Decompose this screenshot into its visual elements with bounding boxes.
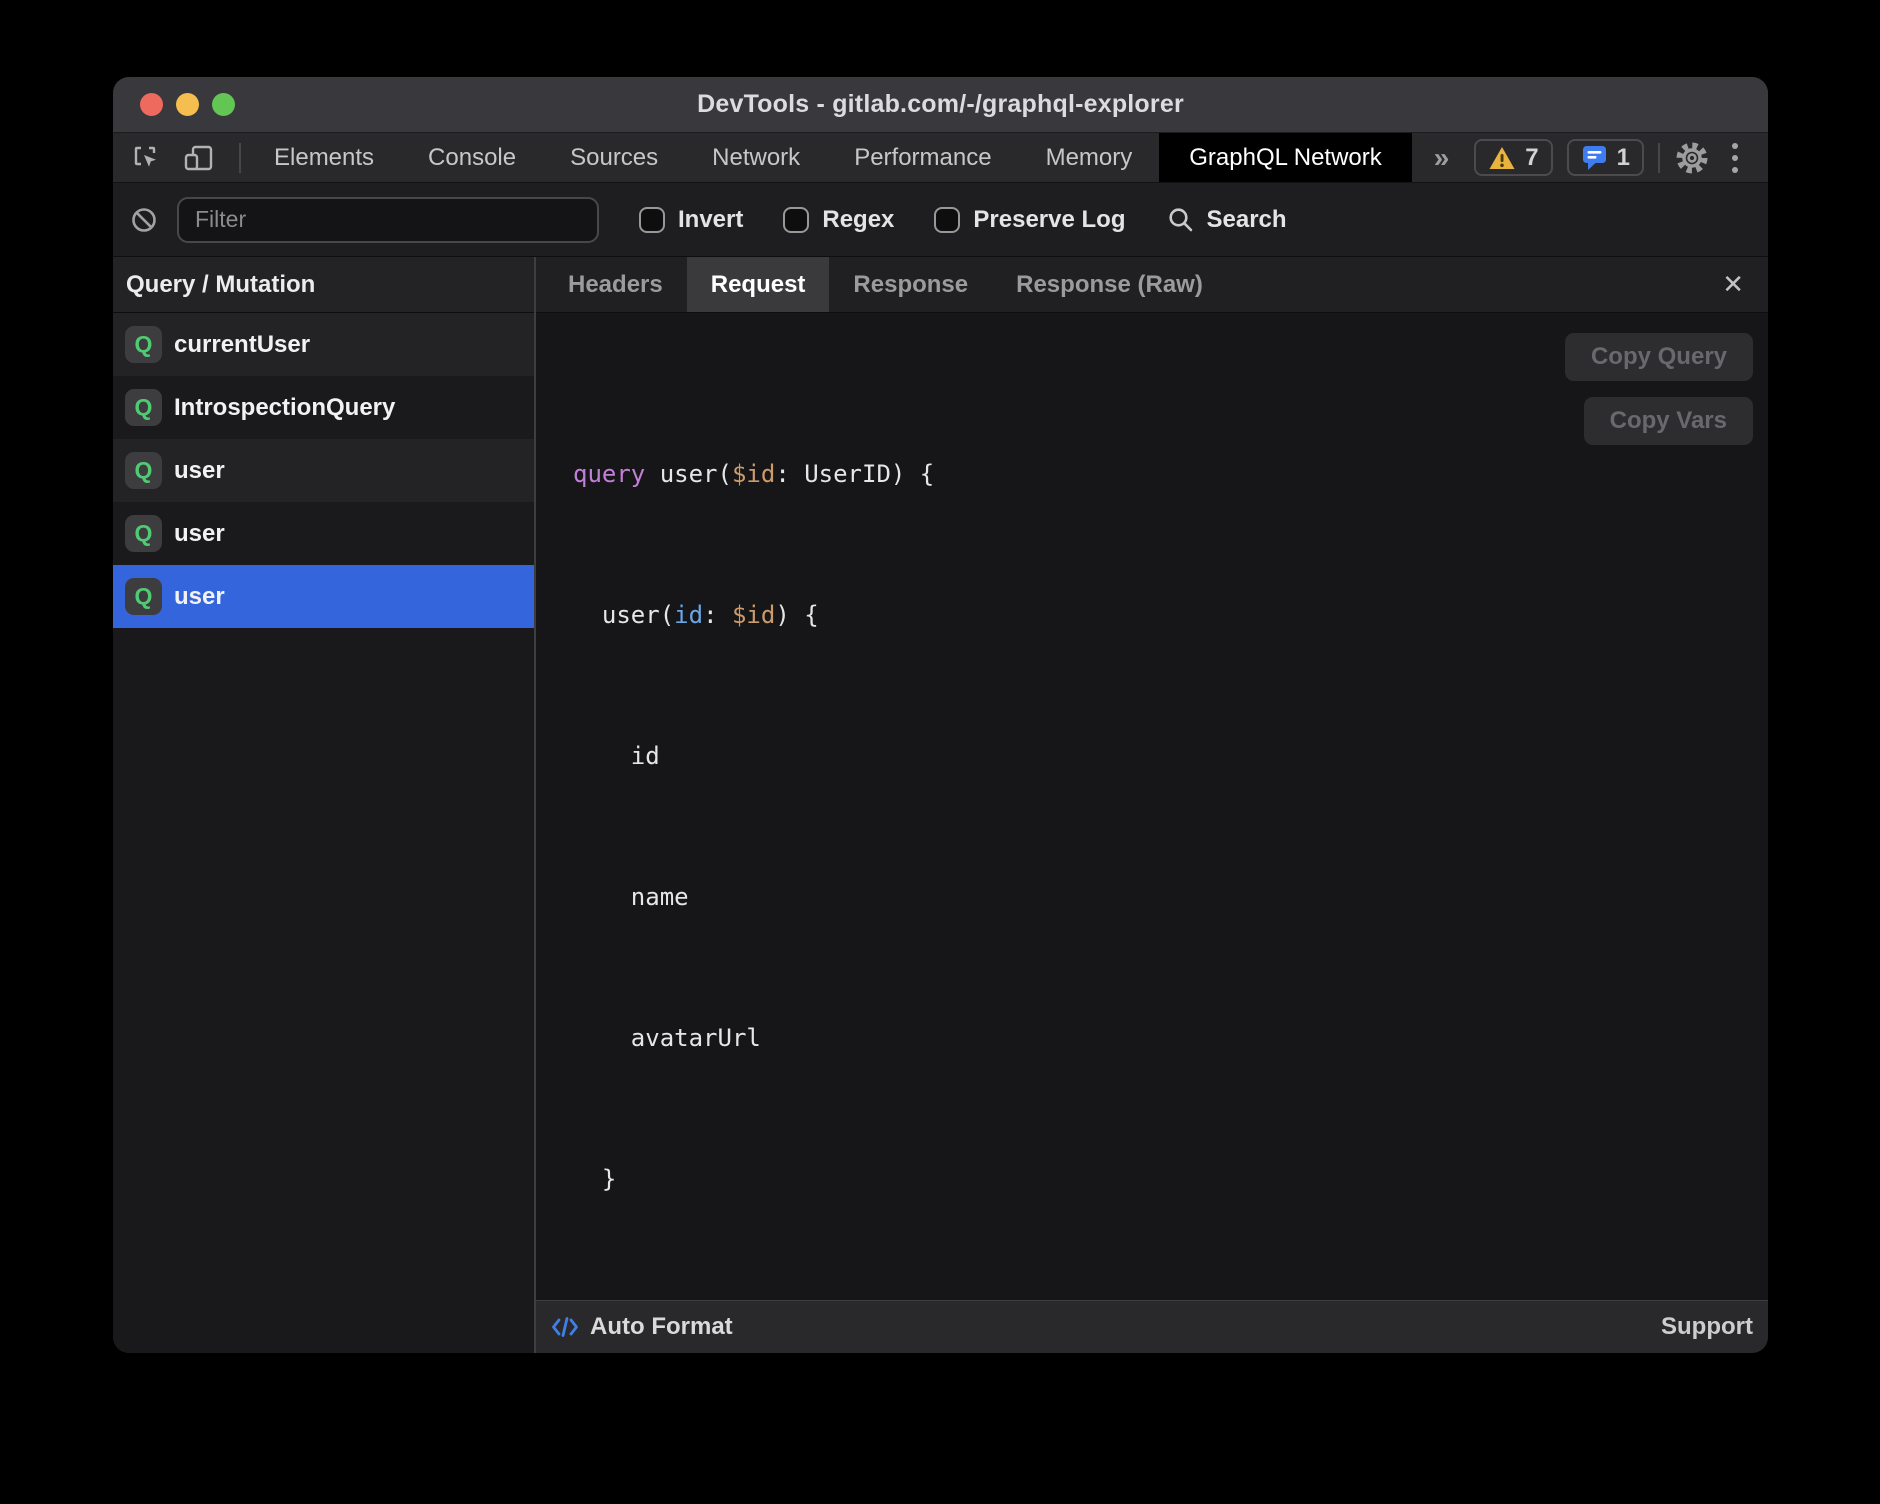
issues-count: 1 bbox=[1617, 144, 1630, 172]
detail-tab-headers[interactable]: Headers bbox=[544, 257, 687, 312]
status-bar: Auto Format Support bbox=[536, 1300, 1768, 1353]
regex-label: Regex bbox=[822, 206, 894, 234]
request-content: Copy Query Copy Vars query user($id: Use… bbox=[536, 313, 1768, 1300]
clear-block-icon[interactable] bbox=[129, 205, 159, 235]
copy-vars-button[interactable]: Copy Vars bbox=[1584, 397, 1753, 445]
query-type-badge: Q bbox=[125, 389, 162, 426]
query-list-item[interactable]: Q IntrospectionQuery bbox=[113, 376, 534, 439]
copy-query-button[interactable]: Copy Query bbox=[1565, 333, 1753, 381]
filter-input[interactable] bbox=[177, 197, 599, 243]
devtools-window: DevTools - gitlab.com/-/graphql-explorer… bbox=[113, 77, 1768, 1353]
query-list-item[interactable]: Q user bbox=[113, 502, 534, 565]
query-list-item-selected[interactable]: Q user bbox=[113, 565, 534, 628]
regex-checkbox[interactable] bbox=[783, 207, 809, 233]
query-list-header: Query / Mutation bbox=[113, 257, 534, 313]
detail-tab-response-raw[interactable]: Response (Raw) bbox=[992, 257, 1227, 312]
preserve-log-label: Preserve Log bbox=[973, 206, 1125, 234]
query-list-item[interactable]: Q user bbox=[113, 439, 534, 502]
tab-memory[interactable]: Memory bbox=[1019, 133, 1160, 182]
detail-tab-request[interactable]: Request bbox=[687, 257, 830, 312]
warnings-badge[interactable]: 7 bbox=[1474, 139, 1552, 176]
query-name: user bbox=[174, 583, 225, 611]
tab-graphql-network[interactable]: GraphQL Network bbox=[1159, 133, 1412, 182]
more-tabs-chevron-icon[interactable]: » bbox=[1412, 133, 1472, 182]
query-name: user bbox=[174, 457, 225, 485]
request-detail-panel: Headers Request Response Response (Raw) … bbox=[536, 257, 1768, 1353]
graphql-query-code: query user($id: UserID) { user(id: $id) … bbox=[573, 357, 1768, 1300]
settings-gear-icon[interactable] bbox=[1674, 140, 1710, 176]
tab-elements[interactable]: Elements bbox=[247, 133, 401, 182]
query-list-item[interactable]: Q currentUser bbox=[113, 313, 534, 376]
search-icon bbox=[1167, 206, 1195, 234]
preserve-log-checkbox[interactable] bbox=[934, 207, 960, 233]
devtools-tab-bar: Elements Console Sources Network Perform… bbox=[113, 133, 1768, 183]
warning-icon bbox=[1488, 145, 1516, 171]
tab-network[interactable]: Network bbox=[685, 133, 827, 182]
warnings-count: 7 bbox=[1525, 144, 1538, 172]
toolbar-divider bbox=[239, 143, 241, 173]
tab-performance[interactable]: Performance bbox=[827, 133, 1018, 182]
search-label: Search bbox=[1206, 206, 1286, 234]
tab-console[interactable]: Console bbox=[401, 133, 543, 182]
invert-checkbox[interactable] bbox=[639, 207, 665, 233]
filter-toolbar: Invert Regex Preserve Log Search bbox=[113, 183, 1768, 257]
search-control[interactable]: Search bbox=[1167, 206, 1286, 234]
query-type-badge: Q bbox=[125, 515, 162, 552]
query-name: currentUser bbox=[174, 331, 310, 359]
query-name: IntrospectionQuery bbox=[174, 394, 395, 422]
detail-tab-bar: Headers Request Response Response (Raw) … bbox=[536, 257, 1768, 313]
query-type-badge: Q bbox=[125, 578, 162, 615]
window-title: DevTools - gitlab.com/-/graphql-explorer bbox=[113, 90, 1768, 119]
close-detail-icon[interactable]: ✕ bbox=[1722, 269, 1744, 300]
inspect-element-icon[interactable] bbox=[131, 143, 161, 173]
auto-format-button[interactable]: Auto Format bbox=[590, 1313, 733, 1341]
badge-divider bbox=[1658, 143, 1660, 173]
query-type-badge: Q bbox=[125, 326, 162, 363]
message-bubble-icon bbox=[1581, 144, 1608, 171]
device-toolbar-icon[interactable] bbox=[183, 143, 215, 173]
tab-sources[interactable]: Sources bbox=[543, 133, 685, 182]
more-options-kebab-icon[interactable] bbox=[1724, 141, 1746, 175]
detail-tab-response[interactable]: Response bbox=[829, 257, 992, 312]
support-link[interactable]: Support bbox=[1661, 1313, 1753, 1341]
query-name: user bbox=[174, 520, 225, 548]
auto-format-icon bbox=[551, 1313, 579, 1341]
query-type-badge: Q bbox=[125, 452, 162, 489]
title-bar: DevTools - gitlab.com/-/graphql-explorer bbox=[113, 77, 1768, 133]
issues-badge[interactable]: 1 bbox=[1567, 139, 1644, 176]
query-list-panel: Query / Mutation Q currentUser Q Introsp… bbox=[113, 257, 536, 1353]
invert-label: Invert bbox=[678, 206, 743, 234]
